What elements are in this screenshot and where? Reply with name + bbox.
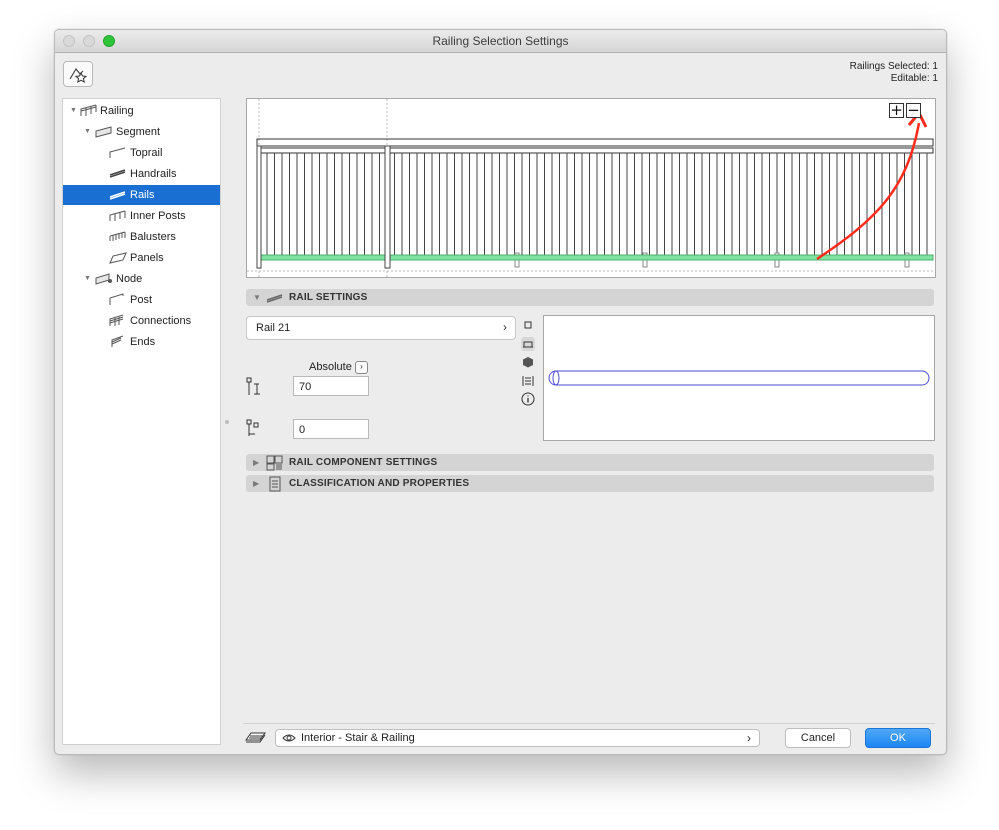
tree-item-railing[interactable]: ▼ Railing	[63, 101, 220, 121]
section-view-icon[interactable]	[521, 374, 535, 388]
chevron-right-icon: ›	[503, 320, 507, 334]
tree-item-post[interactable]: Post	[63, 290, 220, 310]
railing-icon	[80, 104, 97, 116]
profile-view-icon[interactable]	[521, 337, 535, 351]
info-icon[interactable]	[521, 392, 535, 406]
railings-selected-text: Railings Selected: 1	[849, 61, 938, 72]
tree-label: Rails	[130, 189, 155, 201]
tree-label: Railing	[100, 105, 134, 117]
rail-offset-icon	[246, 419, 259, 436]
expand-triangle-icon[interactable]: ▶	[253, 479, 259, 488]
tree-item-connections[interactable]: Connections	[63, 311, 220, 331]
eye-icon	[282, 734, 296, 742]
tree-label: Handrails	[130, 168, 177, 180]
zoom-out-button[interactable]: −	[906, 103, 921, 118]
rail-settings-header[interactable]: ▼ RAIL SETTINGS	[246, 289, 934, 306]
layer-view-select[interactable]: Interior - Stair & Railing ›	[275, 729, 760, 747]
tree-item-toprail[interactable]: Toprail	[63, 143, 220, 163]
inner-posts-icon	[109, 210, 126, 221]
classification-properties-title: CLASSIFICATION AND PROPERTIES	[289, 478, 470, 489]
node-icon	[95, 273, 112, 285]
railing-preview[interactable]: + −	[246, 98, 936, 278]
rail-profile-value: Rail 21	[256, 322, 291, 334]
tree-item-segment[interactable]: ▼ Segment	[63, 122, 220, 142]
tree-label: Panels	[130, 252, 164, 264]
panels-icon	[109, 252, 127, 264]
disclosure-triangle-icon[interactable]: ▼	[84, 128, 91, 135]
editable-count-text: Editable: 1	[890, 73, 938, 84]
segment-icon	[95, 126, 112, 138]
toprail-icon	[109, 147, 126, 158]
settings-tree: ▼ Railing ▼ Segment Toprail Handrails Ra…	[62, 98, 221, 745]
layer-icon[interactable]	[243, 728, 267, 746]
tree-label: Toprail	[130, 147, 163, 159]
absolute-label: Absolute	[309, 361, 352, 373]
tree-item-inner-posts[interactable]: Inner Posts	[63, 206, 220, 226]
component-settings-icon	[266, 455, 283, 471]
rail-height-icon	[246, 377, 260, 395]
ends-icon	[111, 335, 124, 347]
chevron-right-icon: ›	[747, 731, 751, 745]
tree-item-balusters[interactable]: Balusters	[63, 227, 220, 247]
handrails-icon	[109, 169, 126, 178]
tree-label: Connections	[130, 315, 192, 327]
rail-settings-title: RAIL SETTINGS	[289, 292, 368, 303]
rail-component-settings-title: RAIL COMPONENT SETTINGS	[289, 457, 438, 468]
tree-label: Node	[116, 273, 143, 285]
footer-divider	[243, 723, 935, 724]
tree-item-ends[interactable]: Ends	[63, 332, 220, 352]
rail-profile-preview	[543, 315, 935, 441]
selection-info: Railings Selected: 1 Editable: 1	[850, 61, 938, 85]
zoom-in-button[interactable]: +	[889, 103, 904, 118]
splitter-handle[interactable]	[225, 420, 229, 424]
rails-icon	[109, 191, 126, 200]
ok-button[interactable]: OK	[865, 728, 931, 748]
balusters-icon	[109, 231, 126, 241]
layer-view-value: Interior - Stair & Railing	[301, 732, 415, 744]
rails-icon	[266, 294, 283, 303]
tree-label: Balusters	[130, 231, 176, 243]
tree-label: Inner Posts	[130, 210, 186, 222]
rail-component-settings-header[interactable]: ▶ RAIL COMPONENT SETTINGS	[246, 454, 934, 471]
disclosure-triangle-icon[interactable]: ▼	[70, 107, 77, 114]
tree-label: Post	[130, 294, 153, 306]
tree-label: Segment	[116, 126, 161, 138]
collapse-triangle-icon[interactable]: ▼	[253, 293, 261, 302]
3d-view-icon[interactable]	[521, 355, 535, 369]
tree-item-node[interactable]: ▼ Node	[63, 269, 220, 289]
tree-label: Ends	[130, 336, 156, 348]
document-icon	[269, 476, 281, 492]
tree-item-panels[interactable]: Panels	[63, 248, 220, 268]
classification-properties-header[interactable]: ▶ CLASSIFICATION AND PROPERTIES	[246, 475, 934, 492]
expand-triangle-icon[interactable]: ▶	[253, 458, 259, 467]
cancel-button[interactable]: Cancel	[785, 728, 851, 748]
favorites-button[interactable]	[63, 61, 93, 87]
panel-splitter[interactable]	[225, 98, 230, 743]
settings-dialog: Railing Selection Settings Railings Sele…	[54, 29, 947, 755]
tree-item-handrails[interactable]: Handrails	[63, 164, 220, 184]
rail-profile-drawing	[548, 370, 930, 386]
rail-offset-field[interactable]: 0	[293, 419, 369, 439]
rail-profile-select[interactable]: Rail 21 ›	[246, 316, 516, 340]
tree-item-rails[interactable]: Rails	[63, 185, 220, 205]
plan-view-icon[interactable]	[521, 318, 535, 332]
absolute-toggle-button[interactable]: ›	[355, 361, 368, 374]
disclosure-triangle-icon[interactable]: ▼	[84, 275, 91, 282]
post-icon	[109, 293, 124, 305]
title-bar: Railing Selection Settings	[55, 30, 946, 53]
connections-icon	[109, 314, 124, 326]
favorites-star-icon	[69, 67, 88, 83]
window-title: Railing Selection Settings	[432, 34, 569, 48]
rail-height-field[interactable]: 70	[293, 376, 369, 396]
railing-elevation-drawing	[247, 99, 935, 277]
